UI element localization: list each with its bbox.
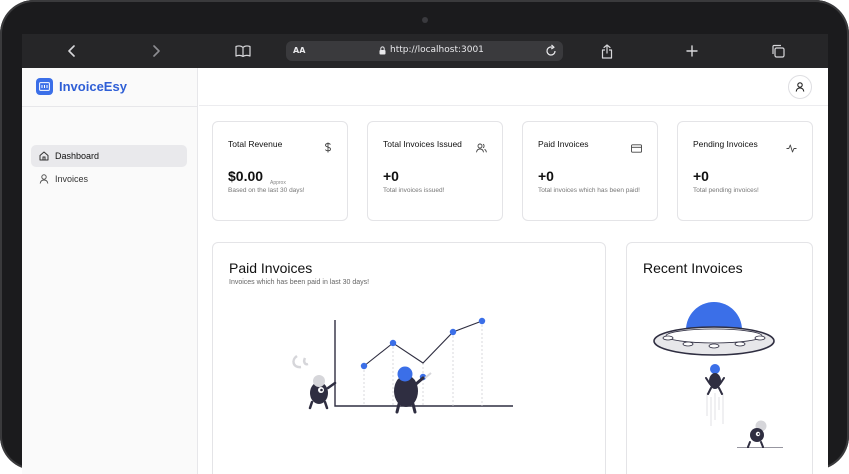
sidebar-item-invoices[interactable]: Invoices [31, 168, 187, 190]
stat-value: +0 [693, 168, 709, 184]
home-icon [39, 151, 49, 161]
brand-logo-icon [36, 78, 53, 95]
sidebar-item-label: Dashboard [55, 151, 100, 161]
browser-toolbar: AA http://localhost:3001 [22, 34, 828, 68]
reload-icon[interactable] [545, 44, 557, 60]
dollar-icon [324, 140, 332, 158]
back-icon[interactable] [62, 34, 82, 68]
sidebar-divider [22, 106, 198, 107]
stat-description: Total pending invoices! [693, 187, 759, 194]
activity-icon [786, 140, 797, 158]
brand[interactable]: InvoiceEsy [36, 78, 127, 95]
stat-description: Total invoices issued! [383, 187, 445, 194]
url-display: http://localhost:3001 [379, 45, 484, 55]
stat-description: Total invoices which has been paid! [538, 187, 640, 194]
url-text: http://localhost:3001 [390, 45, 484, 55]
stat-title: Pending Invoices [693, 139, 758, 149]
new-tab-icon[interactable] [681, 34, 703, 68]
sidebar: InvoiceEsy Dashboard Invoices [22, 68, 198, 474]
stat-value: +0 [383, 168, 399, 184]
panel-title: Recent Invoices [643, 260, 743, 276]
recent-invoices-panel: Recent Invoices [626, 242, 813, 474]
empty-state-ufo-illustration [653, 302, 783, 448]
sidebar-item-dashboard[interactable]: Dashboard [31, 145, 187, 167]
stat-card-total-revenue: Total Revenue $0.00 Approx Based on the … [212, 121, 348, 221]
stat-title: Total Revenue [228, 139, 283, 149]
camera [422, 17, 428, 23]
screen: AA http://localhost:3001 InvoiceEsy Dash… [22, 34, 828, 474]
stat-value: $0.00 [228, 168, 264, 184]
stat-card-pending-invoices: Pending Invoices +0 Total pending invoic… [677, 121, 813, 221]
share-icon[interactable] [596, 34, 618, 68]
stat-title: Paid Invoices [538, 139, 589, 149]
stat-description: Based on the last 30 days! [228, 187, 305, 194]
stat-card-total-invoices: Total Invoices Issued +0 Total invoices … [367, 121, 503, 221]
stat-value: +0 [538, 168, 554, 184]
brand-name: InvoiceEsy [59, 79, 127, 94]
user-avatar-icon [795, 82, 805, 92]
lock-icon [379, 45, 386, 54]
user-icon [39, 174, 49, 184]
credit-card-icon [631, 140, 642, 158]
tabs-overview-icon[interactable] [767, 34, 789, 68]
tablet-frame: AA http://localhost:3001 InvoiceEsy Dash… [0, 0, 849, 474]
panel-subtitle: Invoices which has been paid in last 30 … [229, 279, 370, 286]
stat-card-paid-invoices: Paid Invoices +0 Total invoices which ha… [522, 121, 658, 221]
stat-title: Total Invoices Issued [383, 139, 462, 149]
user-menu-button[interactable] [788, 75, 812, 99]
address-bar[interactable]: AA http://localhost:3001 [286, 41, 563, 61]
top-header [199, 68, 828, 106]
panel-title: Paid Invoices [229, 260, 313, 276]
bookmarks-icon[interactable] [232, 34, 254, 68]
paid-invoices-panel: Paid Invoices Invoices which has been pa… [212, 242, 606, 474]
empty-chart-illustration [292, 317, 513, 414]
users-icon [476, 140, 487, 158]
text-size-button[interactable]: AA [293, 46, 305, 55]
sidebar-item-label: Invoices [55, 174, 89, 184]
forward-icon[interactable] [146, 34, 166, 68]
